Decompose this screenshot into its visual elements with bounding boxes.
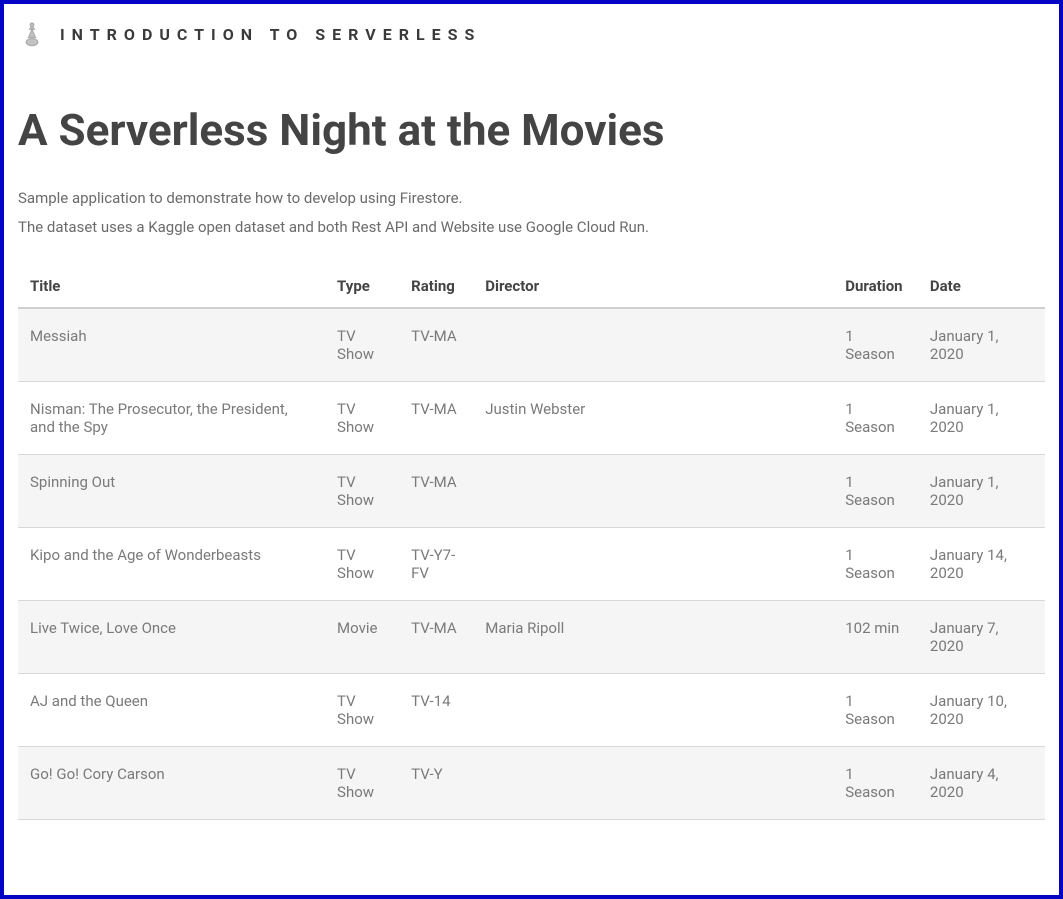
cell-title: AJ and the Queen (18, 674, 325, 747)
cell-date: January 1, 2020 (918, 455, 1045, 528)
cell-director (473, 308, 833, 382)
cell-title: Go! Go! Cory Carson (18, 747, 325, 820)
header-rating-col: Rating (399, 265, 473, 308)
cell-type: TV Show (325, 747, 399, 820)
cell-type: Movie (325, 601, 399, 674)
cell-title: Spinning Out (18, 455, 325, 528)
cell-title: Live Twice, Love Once (18, 601, 325, 674)
description-line-1: Sample application to demonstrate how to… (18, 184, 1045, 213)
cell-type: TV Show (325, 455, 399, 528)
cell-rating: TV-Y7-FV (399, 528, 473, 601)
cell-director (473, 747, 833, 820)
table-row: AJ and the QueenTV ShowTV-14 1 SeasonJanu… (18, 674, 1045, 747)
table-row: Go! Go! Cory CarsonTV ShowTV-Y 1 SeasonJa… (18, 747, 1045, 820)
cell-duration: 102 min (833, 601, 918, 674)
cell-type: TV Show (325, 528, 399, 601)
cell-rating: TV-MA (399, 601, 473, 674)
cell-date: January 7, 2020 (918, 601, 1045, 674)
main-content: A Serverless Night at the Movies Sample … (4, 104, 1059, 834)
table-row: Live Twice, Love OnceMovieTV-MAMaria Rip… (18, 601, 1045, 674)
cell-date: January 10, 2020 (918, 674, 1045, 747)
table-header-row: Title Type Rating Director Duration Date (18, 265, 1045, 308)
cell-director (473, 674, 833, 747)
cell-title: Kipo and the Age of Wonderbeasts (18, 528, 325, 601)
cell-date: January 14, 2020 (918, 528, 1045, 601)
cell-type: TV Show (325, 674, 399, 747)
cell-date: January 1, 2020 (918, 382, 1045, 455)
header-director-col: Director (473, 265, 833, 308)
cell-date: January 1, 2020 (918, 308, 1045, 382)
cell-type: TV Show (325, 382, 399, 455)
cell-director: Maria Ripoll (473, 601, 833, 674)
header-title-col: Title (18, 265, 325, 308)
cell-rating: TV-MA (399, 308, 473, 382)
cell-rating: TV-14 (399, 674, 473, 747)
cell-rating: TV-MA (399, 455, 473, 528)
cell-director (473, 455, 833, 528)
page-header: Introduction to Serverless (4, 4, 1059, 64)
cell-duration: 1 Season (833, 455, 918, 528)
description-line-2: The dataset uses a Kaggle open dataset a… (18, 213, 1045, 242)
cell-duration: 1 Season (833, 528, 918, 601)
cell-date: January 4, 2020 (918, 747, 1045, 820)
cell-rating: TV-Y (399, 747, 473, 820)
page-heading: A Serverless Night at the Movies (18, 104, 1045, 156)
cell-director (473, 528, 833, 601)
page-container: Introduction to Serverless A Serverless … (4, 4, 1059, 895)
table-row: MessiahTV ShowTV-MA 1 SeasonJanuary 1, 20… (18, 308, 1045, 382)
header-date-col: Date (918, 265, 1045, 308)
cell-duration: 1 Season (833, 308, 918, 382)
cell-type: TV Show (325, 308, 399, 382)
header-duration-col: Duration (833, 265, 918, 308)
table-row: Kipo and the Age of WonderbeastsTV ShowT… (18, 528, 1045, 601)
table-row: Spinning OutTV ShowTV-MA 1 SeasonJanuary … (18, 455, 1045, 528)
header-title: Introduction to Serverless (60, 25, 481, 44)
header-type-col: Type (325, 265, 399, 308)
logo-icon (18, 20, 46, 48)
cell-duration: 1 Season (833, 382, 918, 455)
movies-table: Title Type Rating Director Duration Date… (18, 265, 1045, 820)
cell-director: Justin Webster (473, 382, 833, 455)
cell-duration: 1 Season (833, 747, 918, 820)
cell-rating: TV-MA (399, 382, 473, 455)
cell-duration: 1 Season (833, 674, 918, 747)
cell-title: Messiah (18, 308, 325, 382)
cell-title: Nisman: The Prosecutor, the President, a… (18, 382, 325, 455)
table-row: Nisman: The Prosecutor, the President, a… (18, 382, 1045, 455)
